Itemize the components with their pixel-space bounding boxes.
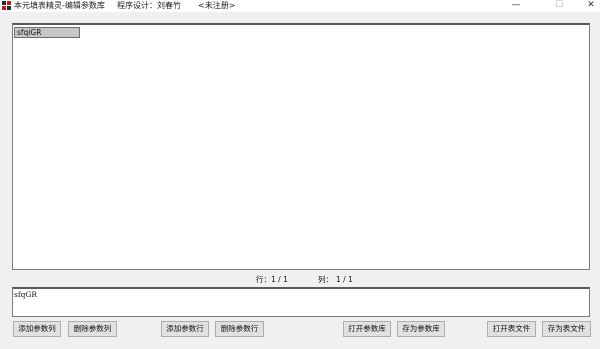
cell-edit-field[interactable]: sfqGR: [12, 287, 590, 317]
app-logo-icon: [2, 1, 11, 10]
maximize-icon[interactable]: ☐: [552, 0, 566, 11]
delete-row-button[interactable]: 删除参数行: [215, 321, 264, 337]
row-position: 1 / 1: [271, 275, 288, 284]
minimize-icon[interactable]: —: [509, 0, 523, 11]
open-sheet-button[interactable]: 打开表文件: [487, 321, 536, 337]
editor-window: 本元填表精灵-编辑参数库 程序设计：刘春竹 <未注册> — ☐ ✕ sfqiGR…: [0, 0, 600, 349]
save-library-button[interactable]: 存为参数库: [397, 321, 445, 337]
add-column-button[interactable]: 添加参数列: [13, 321, 61, 337]
column-position: 1 / 1: [336, 275, 353, 284]
title-bar[interactable]: 本元填表精灵-编辑参数库 程序设计：刘春竹 <未注册> — ☐ ✕: [0, 0, 600, 12]
window-title: 本元填表精灵-编辑参数库: [14, 1, 105, 10]
grid-cell-selected[interactable]: sfqiGR: [14, 27, 80, 38]
column-label: 列：: [318, 275, 333, 284]
designer-credit: 程序设计：刘春竹: [117, 1, 181, 10]
save-sheet-button[interactable]: 存为表文件: [542, 321, 591, 337]
open-library-button[interactable]: 打开参数库: [343, 321, 391, 337]
row-label: 行：: [256, 275, 271, 284]
close-icon[interactable]: ✕: [584, 0, 598, 11]
registration-status: <未注册>: [198, 1, 236, 10]
delete-column-button[interactable]: 删除参数列: [68, 321, 117, 337]
cell-edit-text: sfqGR: [14, 290, 38, 299]
add-row-button[interactable]: 添加参数行: [161, 321, 209, 337]
parameter-grid[interactable]: sfqiGR: [12, 23, 590, 270]
